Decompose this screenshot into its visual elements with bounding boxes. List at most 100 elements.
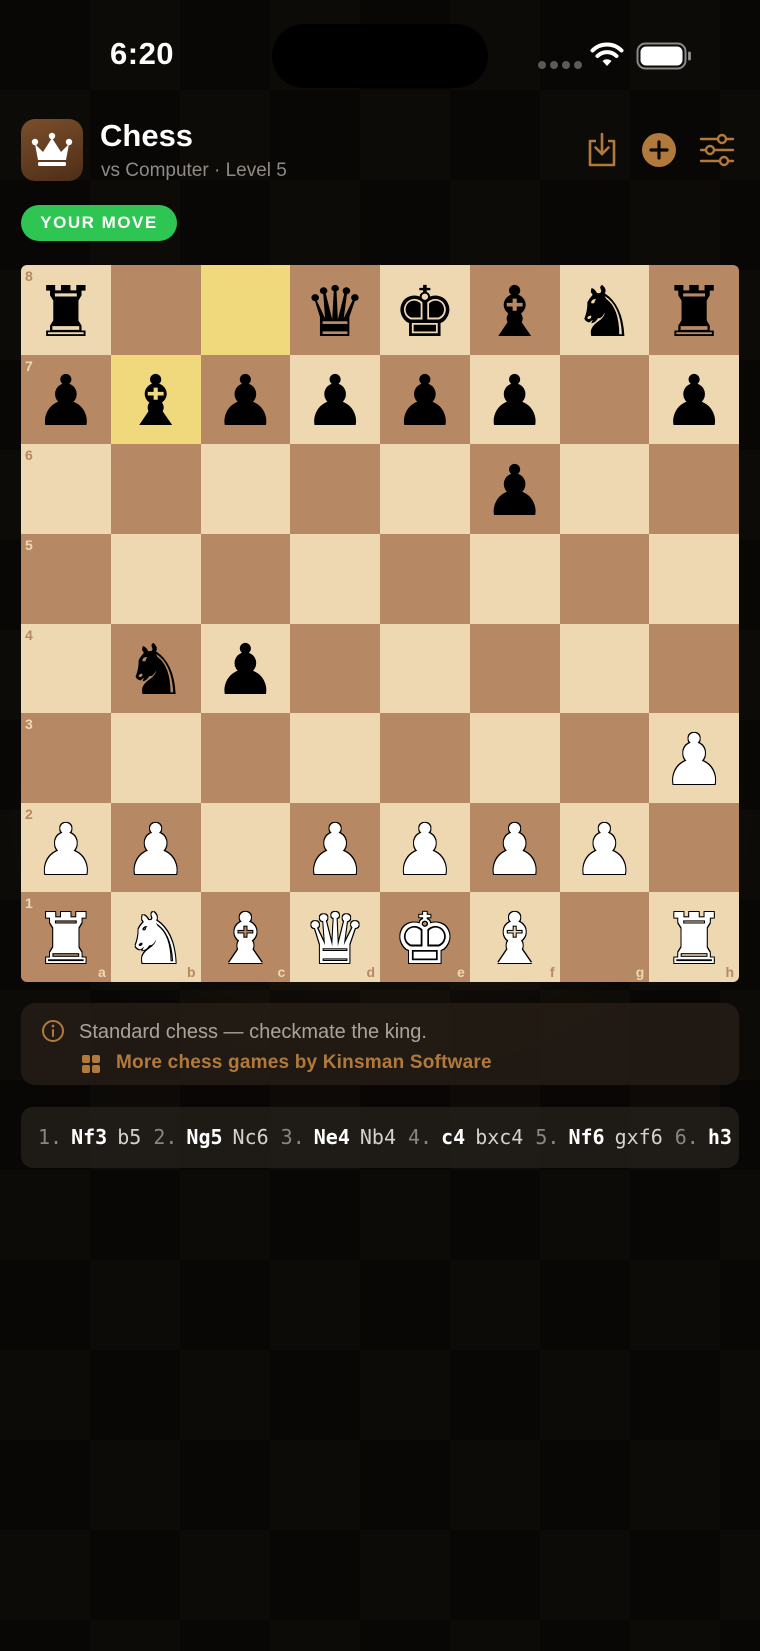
square-c3[interactable] bbox=[200, 713, 291, 803]
square-d6[interactable] bbox=[290, 444, 380, 534]
square-c7[interactable]: ♟ bbox=[200, 354, 291, 445]
square-d5[interactable] bbox=[290, 533, 380, 624]
square-g1[interactable]: g bbox=[559, 892, 650, 982]
square-f2[interactable]: ♟ bbox=[469, 802, 560, 893]
square-d3[interactable] bbox=[290, 713, 380, 803]
square-a6[interactable]: 6 bbox=[21, 444, 111, 534]
square-a1[interactable]: 1 a ♜ bbox=[21, 892, 111, 982]
square-a8[interactable]: 8 ♜ bbox=[21, 265, 111, 355]
black-bishop-icon[interactable]: ♝ bbox=[483, 277, 546, 347]
white-move[interactable]: Ng5 bbox=[186, 1125, 222, 1149]
white-king-icon[interactable]: ♚ bbox=[393, 904, 456, 974]
black-pawn-icon[interactable]: ♟ bbox=[304, 366, 367, 436]
white-move[interactable]: c4 bbox=[441, 1125, 465, 1149]
white-pawn-icon[interactable]: ♟ bbox=[34, 815, 97, 885]
square-g5[interactable] bbox=[559, 533, 650, 624]
square-g3[interactable] bbox=[559, 713, 650, 803]
square-h6[interactable] bbox=[649, 444, 739, 534]
square-e4[interactable] bbox=[380, 623, 470, 714]
square-f6[interactable]: ♟ bbox=[469, 444, 560, 534]
square-g8[interactable]: ♞ bbox=[559, 265, 650, 355]
black-rook-icon[interactable]: ♜ bbox=[34, 277, 97, 347]
square-b3[interactable] bbox=[110, 713, 201, 803]
square-b2[interactable]: ♟ bbox=[110, 802, 201, 893]
black-move[interactable]: gxf6 bbox=[615, 1125, 663, 1149]
square-h4[interactable] bbox=[649, 623, 739, 714]
black-pawn-icon[interactable]: ♟ bbox=[214, 366, 277, 436]
black-pawn-icon[interactable]: ♟ bbox=[663, 366, 726, 436]
square-a2[interactable]: 2 ♟ bbox=[21, 802, 111, 893]
white-pawn-icon[interactable]: ♟ bbox=[483, 815, 546, 885]
square-f8[interactable]: ♝ bbox=[469, 265, 560, 355]
square-h1[interactable]: h ♜ bbox=[649, 892, 739, 982]
square-a4[interactable]: 4 bbox=[21, 623, 111, 714]
square-d1[interactable]: d ♛ bbox=[290, 892, 380, 982]
chess-board[interactable]: 8 ♜ ♛ ♚ ♝ ♞ ♜ 7 ♟ ♝ ♟ ♟ ♟ ♟ ♟ 6 ♟ 5 4 ♞ ♟ 3 ♟ 2 ♟ ♟ ♟ ♟ ♟ ♟ 1 a ♜ b ♞ c ♝ d ♛ e… bbox=[21, 265, 739, 982]
square-f1[interactable]: f ♝ bbox=[469, 892, 560, 982]
square-c2[interactable] bbox=[200, 802, 291, 893]
black-knight-icon[interactable]: ♞ bbox=[573, 277, 636, 347]
settings-button[interactable] bbox=[697, 130, 737, 170]
square-b4[interactable]: ♞ bbox=[110, 623, 201, 714]
square-e6[interactable] bbox=[380, 444, 470, 534]
black-pawn-icon[interactable]: ♟ bbox=[483, 366, 546, 436]
square-b5[interactable] bbox=[110, 533, 201, 624]
white-bishop-icon[interactable]: ♝ bbox=[483, 904, 546, 974]
export-button[interactable] bbox=[582, 130, 622, 170]
black-pawn-icon[interactable]: ♟ bbox=[483, 456, 546, 526]
square-e3[interactable] bbox=[380, 713, 470, 803]
square-f7[interactable]: ♟ bbox=[469, 354, 560, 445]
black-rook-icon[interactable]: ♜ bbox=[663, 277, 726, 347]
black-pawn-icon[interactable]: ♟ bbox=[393, 366, 456, 436]
square-c5[interactable] bbox=[200, 533, 291, 624]
square-e2[interactable]: ♟ bbox=[380, 802, 470, 893]
square-h7[interactable]: ♟ bbox=[649, 354, 739, 445]
square-a7[interactable]: 7 ♟ bbox=[21, 354, 111, 445]
square-d4[interactable] bbox=[290, 623, 380, 714]
white-bishop-icon[interactable]: ♝ bbox=[214, 904, 277, 974]
square-c1[interactable]: c ♝ bbox=[200, 892, 291, 982]
square-c8[interactable] bbox=[200, 265, 291, 355]
white-queen-icon[interactable]: ♛ bbox=[304, 904, 367, 974]
square-e1[interactable]: e ♚ bbox=[380, 892, 470, 982]
square-f5[interactable] bbox=[469, 533, 560, 624]
square-g4[interactable] bbox=[559, 623, 650, 714]
move-history[interactable]: 1. Nf3 b5 2. Ng5 Nc6 3. Ne4 Nb4 4. c4 bxc4 5. Nf6 gxf6… bbox=[21, 1107, 739, 1168]
square-h2[interactable] bbox=[649, 802, 739, 893]
black-move[interactable]: Nc6 bbox=[233, 1125, 269, 1149]
new-game-button[interactable] bbox=[639, 130, 679, 170]
white-rook-icon[interactable]: ♜ bbox=[34, 904, 97, 974]
white-pawn-icon[interactable]: ♟ bbox=[124, 815, 187, 885]
black-bishop-icon[interactable]: ♝ bbox=[124, 366, 187, 436]
square-g7[interactable] bbox=[559, 354, 650, 445]
square-a3[interactable]: 3 bbox=[21, 713, 111, 803]
white-pawn-icon[interactable]: ♟ bbox=[573, 815, 636, 885]
black-move[interactable]: Nb4 bbox=[360, 1125, 396, 1149]
square-b6[interactable] bbox=[110, 444, 201, 534]
black-knight-icon[interactable]: ♞ bbox=[124, 635, 187, 705]
square-b7[interactable]: ♝ bbox=[110, 354, 201, 445]
black-queen-icon[interactable]: ♛ bbox=[304, 277, 367, 347]
more-games-link[interactable]: More chess games by Kinsman Software bbox=[116, 1052, 492, 1074]
square-g2[interactable]: ♟ bbox=[559, 802, 650, 893]
white-move[interactable]: Nf3 bbox=[71, 1125, 107, 1149]
square-h3[interactable]: ♟ bbox=[649, 713, 739, 803]
square-f4[interactable] bbox=[469, 623, 560, 714]
square-b1[interactable]: b ♞ bbox=[110, 892, 201, 982]
square-d8[interactable]: ♛ bbox=[290, 265, 380, 355]
square-h8[interactable]: ♜ bbox=[649, 265, 739, 355]
white-pawn-icon[interactable]: ♟ bbox=[393, 815, 456, 885]
square-c4[interactable]: ♟ bbox=[200, 623, 291, 714]
square-a5[interactable]: 5 bbox=[21, 533, 111, 624]
square-h5[interactable] bbox=[649, 533, 739, 624]
white-knight-icon[interactable]: ♞ bbox=[124, 904, 187, 974]
square-d2[interactable]: ♟ bbox=[290, 802, 380, 893]
square-g6[interactable] bbox=[559, 444, 650, 534]
square-e7[interactable]: ♟ bbox=[380, 354, 470, 445]
white-move[interactable]: Nf6 bbox=[568, 1125, 604, 1149]
white-pawn-icon[interactable]: ♟ bbox=[304, 815, 367, 885]
black-pawn-icon[interactable]: ♟ bbox=[34, 366, 97, 436]
black-pawn-icon[interactable]: ♟ bbox=[214, 635, 277, 705]
black-king-icon[interactable]: ♚ bbox=[393, 277, 456, 347]
black-move[interactable]: bxc4 bbox=[475, 1125, 523, 1149]
